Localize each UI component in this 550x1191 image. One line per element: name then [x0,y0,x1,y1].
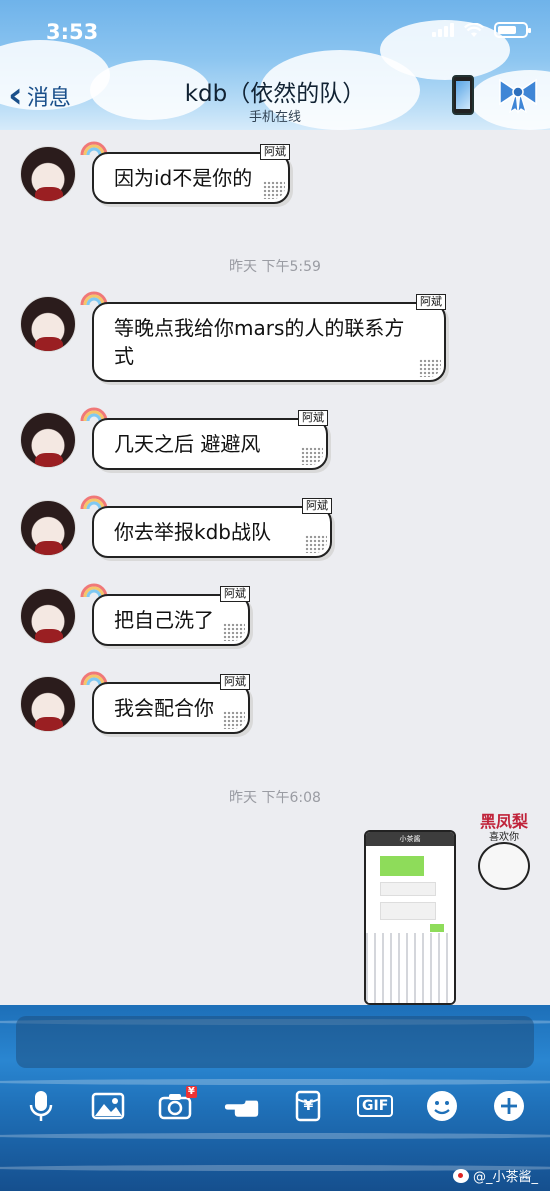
battery-icon [494,22,531,38]
image-icon[interactable] [90,1088,126,1124]
wifi-icon [464,22,484,37]
message-input[interactable] [16,1016,534,1068]
message-bubble[interactable]: 阿斌 等晚点我给你mars的人的联系方式 [92,294,446,382]
input-toolbar: ¥ ¥ GIF [0,1086,550,1126]
microphone-icon[interactable] [23,1088,59,1124]
message-bubble[interactable]: 阿斌 我会配合你 [92,674,250,734]
message-bubble[interactable]: 阿斌 因为id不是你的 [92,144,290,204]
message-text: 因为id不是你的 [114,166,253,190]
plus-icon[interactable] [491,1088,527,1124]
member-tag: 阿斌 [260,144,290,160]
chat-header: 3:53 ‹ 消息 kdb（依然的队） 手机在线 [0,0,550,130]
message-text: 我会配合你 [114,696,214,720]
member-tag: 阿斌 [220,586,250,602]
poke-icon[interactable] [224,1088,260,1124]
watermark: @_小茶酱_ [452,1166,538,1185]
back-button[interactable]: ‹ 消息 [8,75,71,116]
back-label: 消息 [26,86,71,111]
signal-icon [432,23,454,37]
red-packet-badge: ¥ [185,1086,197,1098]
member-tag: 阿斌 [298,410,328,426]
avatar[interactable] [20,500,76,556]
member-tag: 阿斌 [302,498,332,514]
avatar[interactable] [20,676,76,732]
sticker-subtitle: 喜欢你 [489,832,519,843]
wave [0,1079,550,1085]
sticker[interactable]: 黑凤梨 喜欢你 [470,808,538,892]
message-text: 你去举报kdb战队 [114,520,271,544]
image-bubble [380,882,436,896]
message-bubble[interactable]: 阿斌 把自己洗了 [92,586,250,646]
status-icons [432,22,531,38]
sent-image-message[interactable]: 小茶酱 [364,830,456,1005]
message-text: 把自己洗了 [114,608,214,632]
message-text: 几天之后 避避风 [114,432,261,456]
camera-icon[interactable]: ¥ [157,1086,197,1124]
watermark-text: @_小茶酱_ [472,1170,538,1185]
avatar[interactable] [20,296,76,352]
status-time: 3:53 [46,20,99,44]
chat-title: kdb（依然的队） [184,81,366,107]
red-packet-icon[interactable]: ¥ [290,1088,326,1124]
red-packet-symbol: ¥ [303,1098,314,1114]
image-keyboard [366,933,454,1003]
online-status: 手机在线 [248,110,301,125]
image-bubble [380,856,424,876]
bow-icon[interactable] [496,74,540,114]
member-tag: 阿斌 [416,294,446,310]
sticker-art [478,842,530,890]
message-bubble[interactable]: 阿斌 几天之后 避避风 [92,410,328,470]
avatar[interactable] [20,412,76,468]
wave [0,1133,550,1139]
phone-icon[interactable] [452,75,474,115]
message-text: 等晚点我给你mars的人的联系方式 [114,316,405,368]
image-bubble [380,902,436,920]
emoji-icon[interactable] [424,1088,460,1124]
timestamp: 昨天 下午6:08 [229,790,321,806]
chevron-left-icon: ‹ [8,75,23,116]
avatar[interactable] [20,146,76,202]
sent-image-title: 小茶酱 [366,832,454,846]
member-tag: 阿斌 [220,674,250,690]
gif-icon[interactable]: GIF [357,1088,394,1124]
image-bubble [430,924,444,932]
avatar[interactable] [20,588,76,644]
weibo-icon [452,1168,469,1183]
timestamp: 昨天 下午5:59 [229,259,321,275]
message-bubble[interactable]: 阿斌 你去举报kdb战队 [92,498,332,558]
gif-label: GIF [357,1095,394,1117]
